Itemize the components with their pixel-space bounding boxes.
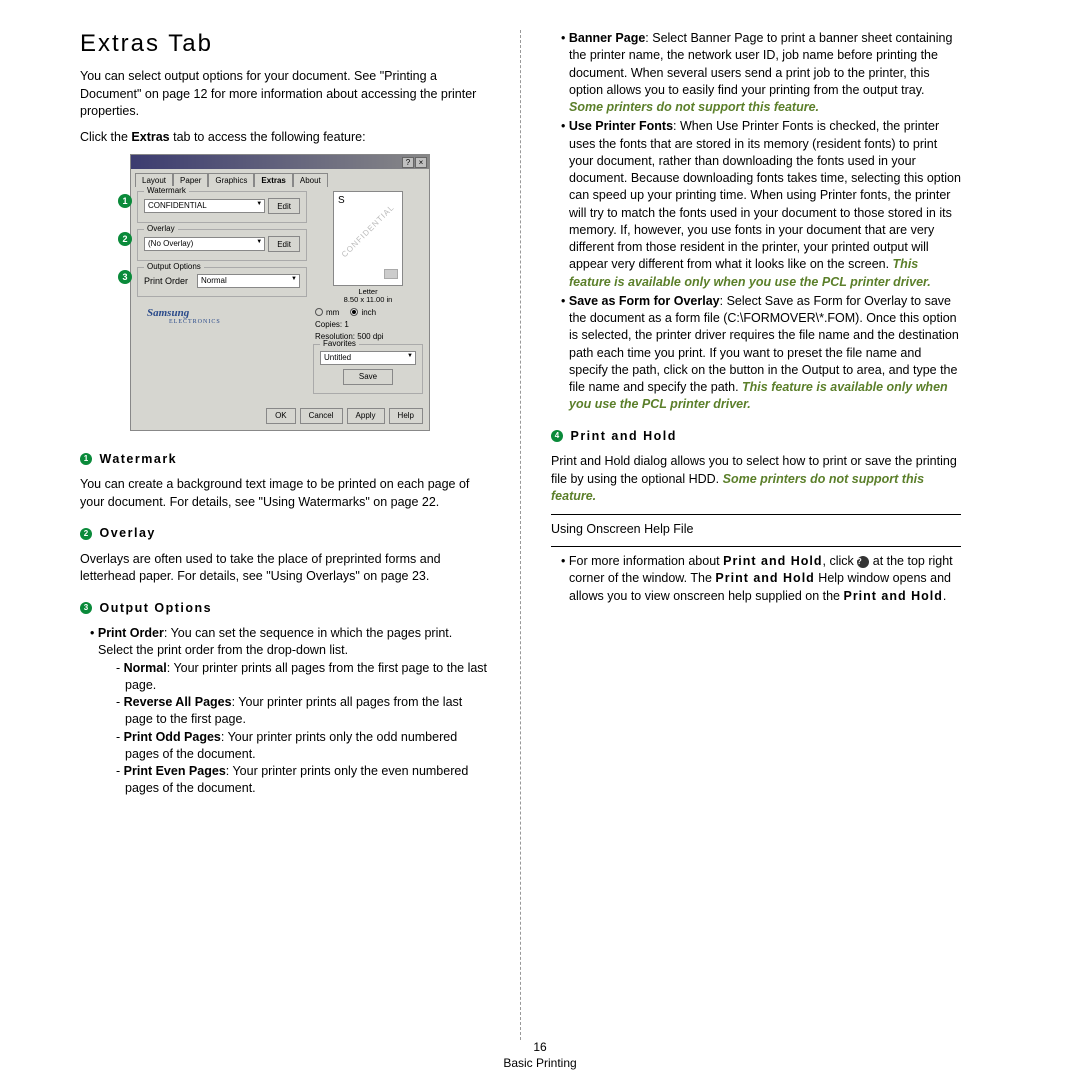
overlay-num-icon: 2 (80, 528, 92, 540)
help-icon[interactable]: ? (402, 157, 414, 168)
callout-3-icon: 3 (118, 270, 132, 284)
tab-extras[interactable]: Extras (254, 173, 292, 187)
even-dash: Print Even Pages: Your printer prints on… (116, 763, 490, 798)
callout-1-icon: 1 (118, 194, 132, 208)
tab-layout[interactable]: Layout (135, 173, 173, 187)
print-order-bullet: Print Order: You can set the sequence in… (90, 625, 490, 798)
help-button[interactable]: Help (389, 408, 423, 424)
tab-about[interactable]: About (293, 173, 328, 187)
tab-paper[interactable]: Paper (173, 173, 208, 187)
cancel-button[interactable]: Cancel (300, 408, 343, 424)
overlay-group: 2 Overlay (No Overlay) Edit (137, 229, 307, 261)
help-divider-top (551, 514, 961, 515)
page-title: Extras Tab (80, 30, 490, 58)
click-instruction: Click the Extras tab to access the follo… (80, 129, 490, 147)
help-heading: Using Onscreen Help File (551, 521, 961, 539)
ok-button[interactable]: OK (266, 408, 296, 424)
watermark-section-heading: Watermark (99, 452, 177, 466)
page-footer: 16 Basic Printing (0, 1040, 1080, 1070)
page-preview: S CONFIDENTIAL (333, 191, 403, 286)
banner-bullet: Banner Page: Select Banner Page to print… (561, 30, 961, 116)
help-bullet: For more information about Print and Hol… (561, 553, 961, 605)
watermark-edit-button[interactable]: Edit (268, 198, 300, 214)
apply-button[interactable]: Apply (347, 408, 385, 424)
printhold-section-heading: Print and Hold (570, 429, 676, 443)
output-num-icon: 3 (80, 602, 92, 614)
printhold-section-text: Print and Hold dialog allows you to sele… (551, 453, 961, 506)
saveas-bullet: Save as Form for Overlay: Select Save as… (561, 293, 961, 414)
question-icon: ? (857, 556, 869, 568)
normal-dash: Normal: Your printer prints all pages fr… (116, 660, 490, 695)
close-icon[interactable]: × (415, 157, 427, 168)
brand-logo: Samsung ELECTRONICS (137, 303, 307, 331)
favorites-group: Favorites Untitled Save (313, 344, 423, 394)
print-order-label: Print Order (144, 276, 194, 286)
watermark-select[interactable]: CONFIDENTIAL (144, 199, 265, 213)
watermark-num-icon: 1 (80, 453, 92, 465)
dialog-tabs: Layout Paper Graphics Extras About (131, 169, 429, 187)
overlay-select[interactable]: (No Overlay) (144, 237, 265, 251)
output-section-heading: Output Options (99, 601, 212, 615)
overlay-section-heading: Overlay (99, 526, 155, 540)
callout-2-icon: 2 (118, 232, 132, 246)
favorites-select[interactable]: Untitled (320, 351, 416, 365)
help-divider-bottom (551, 546, 961, 547)
copies-info: Copies: 1 (313, 320, 423, 329)
overlay-section-text: Overlays are often used to take the plac… (80, 551, 490, 586)
printer-properties-dialog: ? × Layout Paper Graphics Extras About 1… (130, 154, 430, 431)
favorites-save-button[interactable]: Save (343, 369, 393, 385)
output-group: 3 Output Options Print Order Normal (137, 267, 307, 297)
print-order-select[interactable]: Normal (197, 274, 300, 288)
watermark-section-text: You can create a background text image t… (80, 476, 490, 511)
overlay-edit-button[interactable]: Edit (268, 236, 300, 252)
watermark-group: 1 Watermark CONFIDENTIAL Edit (137, 191, 307, 223)
unit-radios[interactable]: mm inch (313, 308, 423, 317)
odd-dash: Print Odd Pages: Your printer prints onl… (116, 729, 490, 764)
intro-paragraph: You can select output options for your d… (80, 68, 490, 121)
reverse-dash: Reverse All Pages: Your printer prints a… (116, 694, 490, 729)
dialog-titlebar: ? × (131, 155, 429, 169)
fonts-bullet: Use Printer Fonts: When Use Printer Font… (561, 118, 961, 291)
printhold-num-icon: 4 (551, 430, 563, 442)
tab-graphics[interactable]: Graphics (208, 173, 254, 187)
